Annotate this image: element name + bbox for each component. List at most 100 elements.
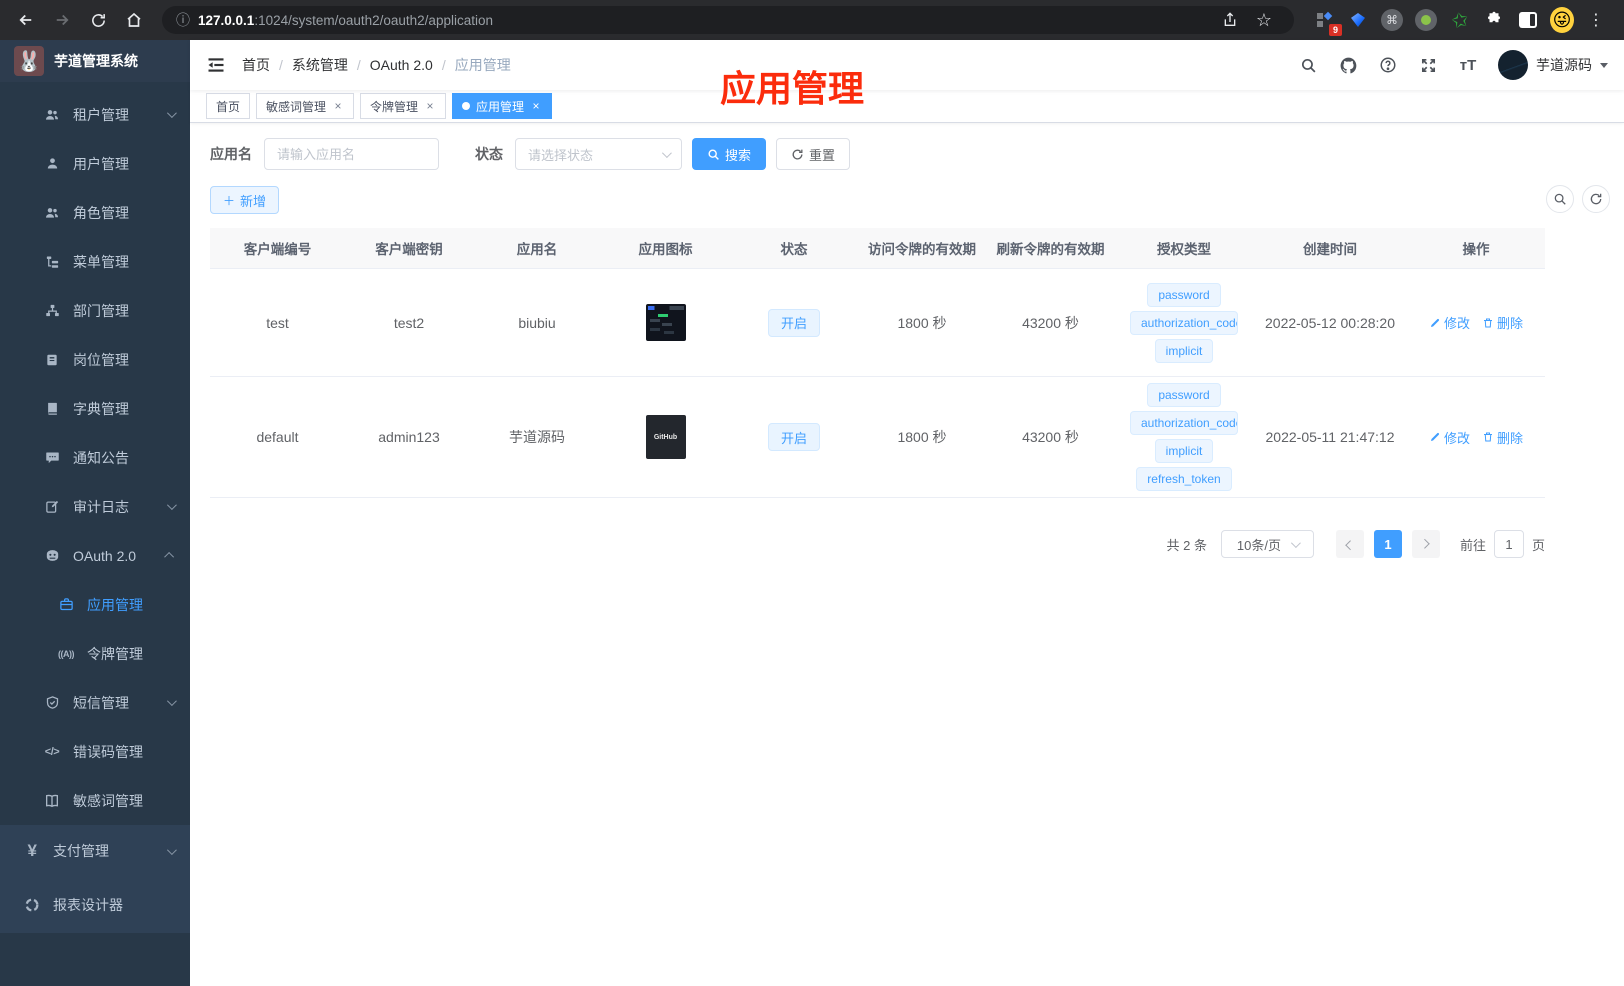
page-number-1[interactable]: 1 xyxy=(1373,530,1402,558)
robot-icon xyxy=(43,547,61,564)
status-toggle[interactable]: 开启 xyxy=(767,308,820,337)
sidebar-item-tenant[interactable]: 租户管理 xyxy=(0,90,190,139)
app-name-input[interactable] xyxy=(264,138,439,170)
table-header-row: 客户端编号 客户端密钥 应用名 应用图标 状态 访问令牌的有效期 刷新令牌的有效… xyxy=(210,228,1545,269)
add-button[interactable]: ＋ 新增 xyxy=(210,186,280,214)
sidebar-item-dict[interactable]: 字典管理 xyxy=(0,384,190,433)
sidebar-item-oauth-application[interactable]: 应用管理 xyxy=(0,580,190,629)
chevron-down-icon xyxy=(661,147,672,158)
chevron-down-icon xyxy=(166,844,177,855)
sidebar-item-errcode[interactable]: </> 错误码管理 xyxy=(0,727,190,776)
browser-home-button[interactable] xyxy=(118,4,150,36)
fullscreen-icon[interactable] xyxy=(1418,55,1438,75)
close-icon[interactable]: × xyxy=(530,99,542,113)
sidebar-item-oauth2[interactable]: OAuth 2.0 xyxy=(0,531,190,580)
cell-grant-types: password authorization_code implicit ref… xyxy=(1115,377,1253,497)
briefcase-icon xyxy=(57,597,75,612)
delete-button[interactable]: 删除 xyxy=(1482,428,1523,447)
sidebar-item-dept[interactable]: 部门管理 xyxy=(0,286,190,335)
goto-label: 前往 xyxy=(1459,537,1486,553)
search-button[interactable]: 搜索 xyxy=(692,138,767,170)
status-select[interactable]: 请选择状态 xyxy=(515,138,682,170)
breadcrumb: 首页 / 系统管理 / OAuth 2.0 / 应用管理 xyxy=(242,55,511,75)
extensions-puzzle-icon[interactable] xyxy=(1482,8,1506,32)
close-icon[interactable]: × xyxy=(424,99,436,113)
app-logo-header[interactable]: 🐰 芋道管理系统 xyxy=(0,40,190,82)
next-page-button[interactable] xyxy=(1411,530,1440,558)
comment-icon xyxy=(43,450,61,465)
browser-reload-button[interactable] xyxy=(82,4,114,36)
tab-application[interactable]: 应用管理 × xyxy=(452,93,553,119)
extension-star-icon[interactable]: ✩ xyxy=(1446,6,1474,34)
cell-secret: admin123 xyxy=(378,429,440,445)
sidebar-item-report-designer[interactable]: 报表设计器 xyxy=(0,877,190,933)
sidebar-item-menu[interactable]: 菜单管理 xyxy=(0,237,190,286)
url-path: :1024/system/oauth2/oauth2/application xyxy=(254,12,493,28)
github-icon[interactable] xyxy=(1338,55,1358,75)
page-size-select[interactable]: 10条/页 xyxy=(1220,530,1314,558)
open-book-icon xyxy=(43,793,61,809)
cell-grant-types: password authorization_code implicit xyxy=(1115,277,1253,369)
edit-button[interactable]: 修改 xyxy=(1429,428,1470,447)
sidebar-item-sensitive-word[interactable]: 敏感词管理 xyxy=(0,776,190,825)
sidebar-item-user[interactable]: 用户管理 xyxy=(0,139,190,188)
grant-tag: authorization_code xyxy=(1130,310,1238,335)
breadcrumb-oauth[interactable]: OAuth 2.0 xyxy=(370,57,433,73)
cell-app-name: biubiu xyxy=(518,314,556,331)
reset-button[interactable]: 重置 xyxy=(776,138,851,170)
status-toggle[interactable]: 开启 xyxy=(767,423,820,451)
font-size-icon[interactable]: ᴛT xyxy=(1458,55,1478,75)
book-icon xyxy=(43,401,61,416)
sidebar-item-post[interactable]: 岗位管理 xyxy=(0,335,190,384)
pagination: 共 2 条 10条/页 1 前往 页 xyxy=(210,530,1545,558)
browser-back-button[interactable] xyxy=(10,4,42,36)
browser-forward-button[interactable] xyxy=(46,4,78,36)
header-search-icon[interactable] xyxy=(1298,55,1318,75)
address-bar[interactable]: ⓘ 127.0.0.1:1024/system/oauth2/oauth2/ap… xyxy=(162,6,1294,34)
refresh-table-button[interactable] xyxy=(1582,185,1610,213)
breadcrumb-system[interactable]: 系统管理 xyxy=(292,55,348,75)
extension-recorder-icon[interactable] xyxy=(1414,8,1438,32)
tab-sensitive-word[interactable]: 敏感词管理 × xyxy=(256,93,355,119)
bookmark-star-icon[interactable]: ☆ xyxy=(1248,4,1280,36)
shield-check-icon xyxy=(43,695,61,710)
id-badge-icon xyxy=(43,353,61,367)
delete-button[interactable]: 删除 xyxy=(1482,313,1523,332)
side-panel-icon[interactable] xyxy=(1516,8,1540,32)
user-menu[interactable]: 芋道源码 xyxy=(1498,50,1608,80)
sidebar-item-sms[interactable]: 短信管理 xyxy=(0,678,190,727)
applications-table: 客户端编号 客户端密钥 应用名 应用图标 状态 访问令牌的有效期 刷新令牌的有效… xyxy=(210,228,1545,498)
prev-page-button[interactable] xyxy=(1335,530,1364,558)
chevron-down-icon xyxy=(166,108,177,119)
sidebar-toggle-icon[interactable] xyxy=(206,55,226,75)
tab-token[interactable]: 令牌管理 × xyxy=(360,93,447,119)
toggle-search-button[interactable] xyxy=(1546,185,1574,213)
browser-menu-icon[interactable]: ⋮ xyxy=(1584,8,1608,32)
sidebar-item-payment[interactable]: ¥ 支付管理 xyxy=(0,825,190,877)
share-icon[interactable] xyxy=(1214,4,1246,36)
extension-gem-icon[interactable] xyxy=(1346,8,1370,32)
site-info-icon[interactable]: ⓘ xyxy=(176,10,190,30)
edit-button[interactable]: 修改 xyxy=(1429,313,1470,332)
app-name-label: 应用名 xyxy=(210,146,252,162)
goto-page-input[interactable] xyxy=(1493,530,1524,558)
help-icon[interactable] xyxy=(1378,55,1398,75)
page-content: 应用名 状态 请选择状态 搜索 重置 ＋ xyxy=(190,123,1624,986)
browser-profile-avatar[interactable]: 😜 xyxy=(1550,7,1574,33)
breadcrumb-home[interactable]: 首页 xyxy=(242,55,270,75)
sidebar: 🐰 芋道管理系统 租户管理 用户管理 角色管理 菜单管理 部门管理 岗位管理 字… xyxy=(0,40,190,986)
cell-access-ttl: 1800 秒 xyxy=(897,314,947,331)
close-icon[interactable]: × xyxy=(332,99,344,113)
org-tree-icon xyxy=(43,303,61,318)
sidebar-item-role[interactable]: 角色管理 xyxy=(0,188,190,237)
sidebar-item-oauth-token[interactable]: ((A)) 令牌管理 xyxy=(0,629,190,678)
cell-refresh-ttl: 43200 秒 xyxy=(1022,314,1079,331)
table-row: default admin123 芋道源码 GitHub 开启 1800 秒 4… xyxy=(210,377,1545,498)
sidebar-item-notice[interactable]: 通知公告 xyxy=(0,433,190,482)
extension-command-icon[interactable]: ⌘ xyxy=(1380,8,1404,32)
tab-home[interactable]: 首页 xyxy=(206,93,251,119)
extension-grid-icon[interactable]: 9 xyxy=(1312,8,1342,36)
breadcrumb-current: 应用管理 xyxy=(454,57,511,73)
cell-access-ttl: 1800 秒 xyxy=(897,429,947,445)
sidebar-item-audit-log[interactable]: 审计日志 xyxy=(0,482,190,531)
